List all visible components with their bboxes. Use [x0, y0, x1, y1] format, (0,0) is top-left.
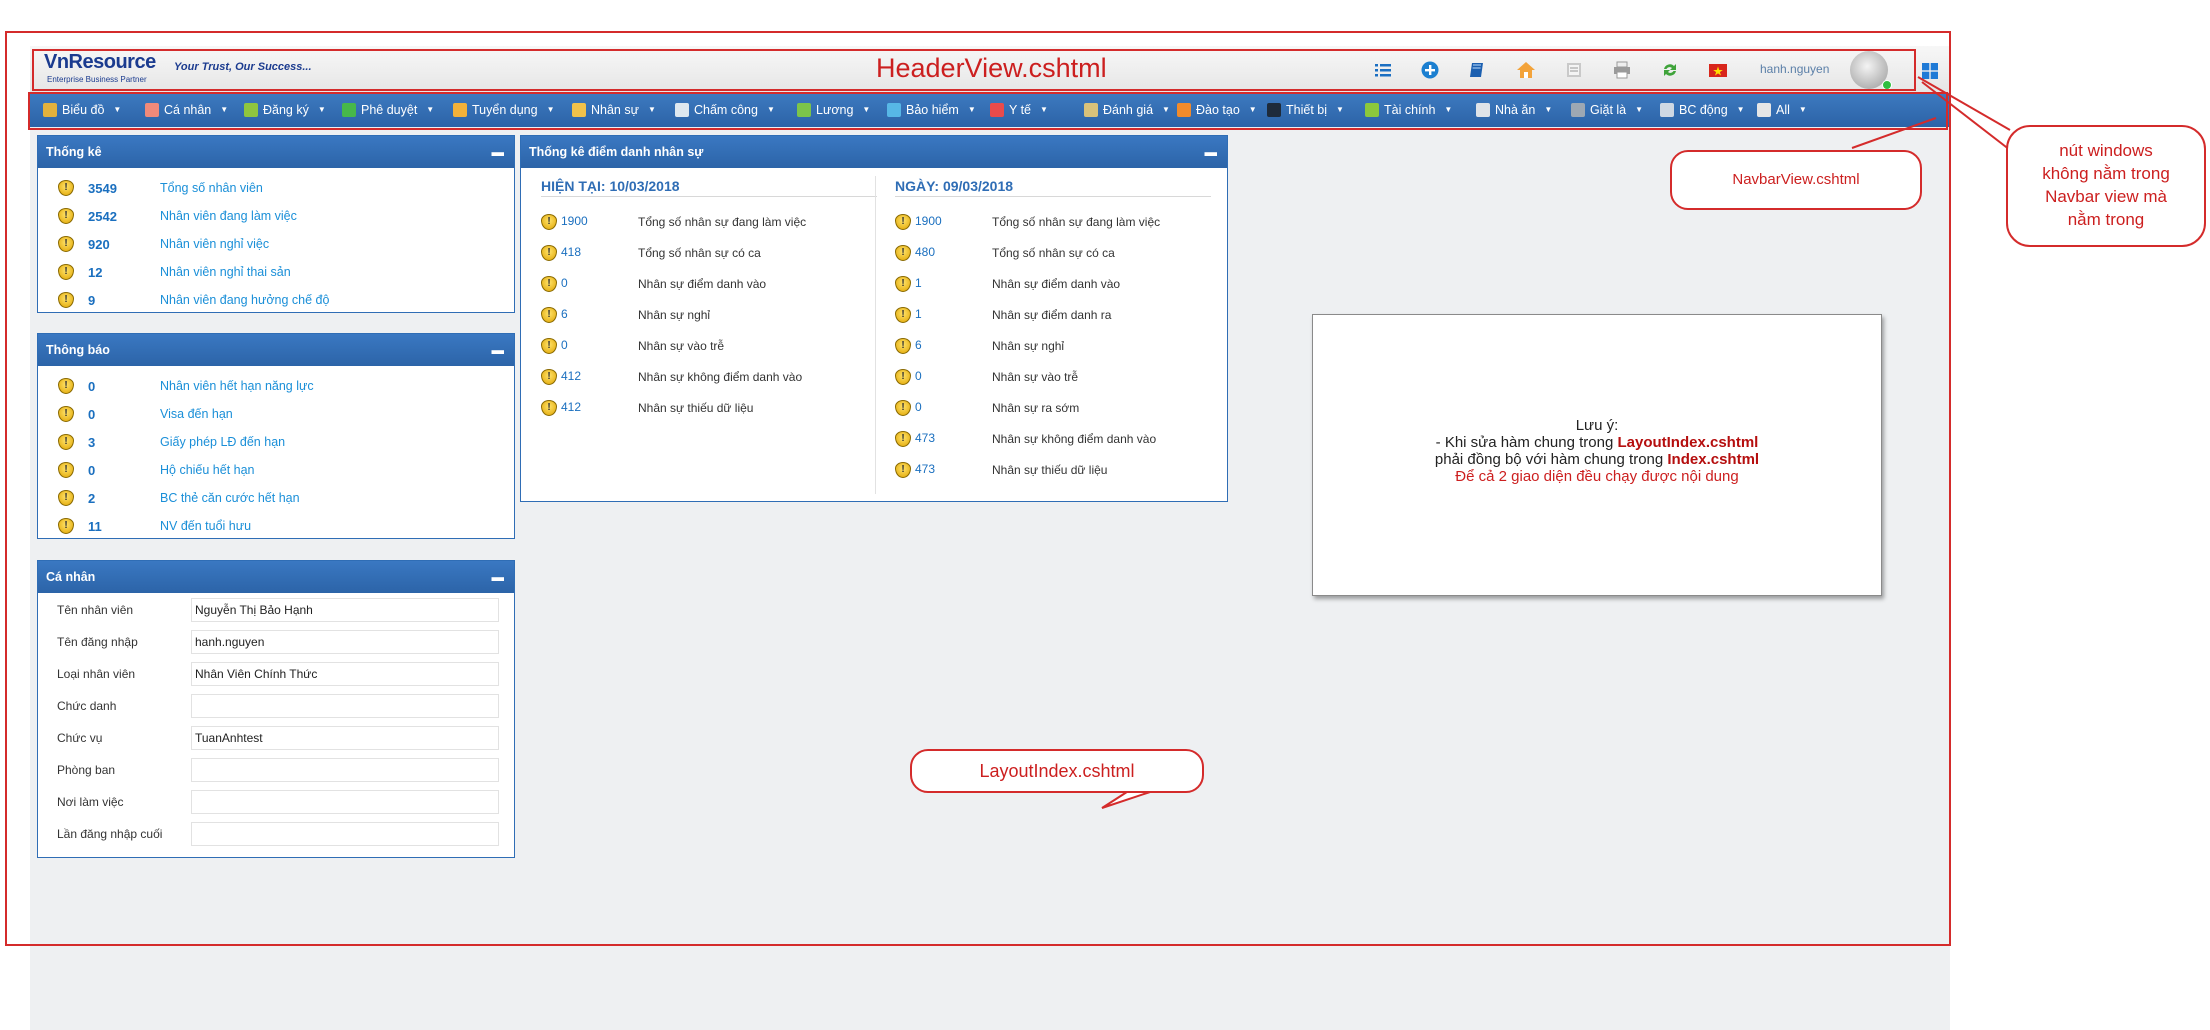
- callout-line: nằm trong: [2067, 210, 2145, 229]
- callout-text: NavbarView.cshtml: [1732, 171, 1860, 188]
- navbar-view-outline: [28, 92, 1948, 130]
- windows-note-callout: nút windows không nằm trong Navbar view …: [2006, 125, 2206, 247]
- layout-index-callout: LayoutIndex.cshtml: [910, 749, 1204, 793]
- header-view-outline: [32, 49, 1916, 91]
- callout-line: không nằm trong: [2042, 164, 2170, 183]
- callout-line: nút windows: [2059, 141, 2153, 160]
- callout-line: Navbar view mà: [2045, 187, 2167, 206]
- layout-index-outline: [5, 31, 1951, 946]
- navbar-view-callout: NavbarView.cshtml: [1670, 150, 1922, 210]
- callout-text: LayoutIndex.cshtml: [979, 761, 1135, 781]
